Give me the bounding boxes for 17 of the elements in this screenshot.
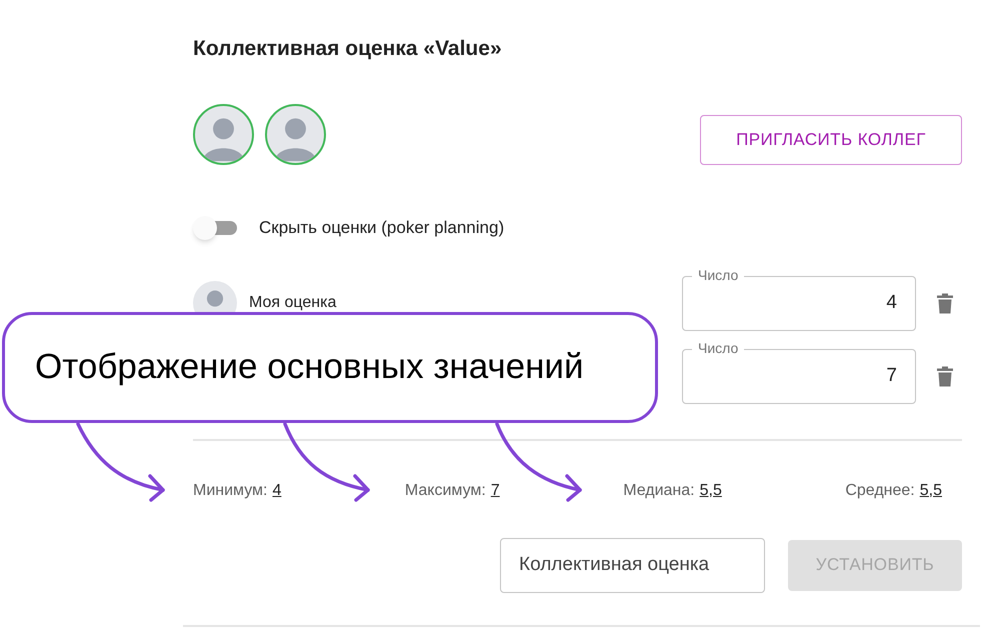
stat-label: Среднее: — [845, 480, 915, 500]
toggle-label: Скрыть оценки (poker planning) — [259, 217, 504, 239]
toggle-switch[interactable] — [193, 218, 239, 238]
trash-icon[interactable] — [936, 292, 954, 314]
stat-value[interactable]: 5,5 — [700, 478, 722, 502]
section-title: Коллективная оценка «Value» — [193, 36, 503, 62]
trash-icon[interactable] — [936, 366, 954, 386]
stat-label: Максимум: — [404, 480, 486, 500]
stat-value[interactable]: 7 — [490, 478, 500, 502]
estimate-owner: Моя оценка — [249, 293, 336, 313]
callout-box: Отображение основных значений — [2, 312, 658, 423]
stat-value[interactable]: 4 — [272, 478, 282, 502]
stat-value[interactable]: 5,5 — [920, 478, 942, 502]
input-field[interactable]: Коллективная оценка — [500, 538, 765, 592]
invite-button[interactable]: ПРИГЛАСИТЬ КОЛЛЕГ — [700, 114, 962, 164]
stat-label: Минимум: — [193, 480, 268, 500]
stat-label: Медиана: — [623, 480, 695, 500]
